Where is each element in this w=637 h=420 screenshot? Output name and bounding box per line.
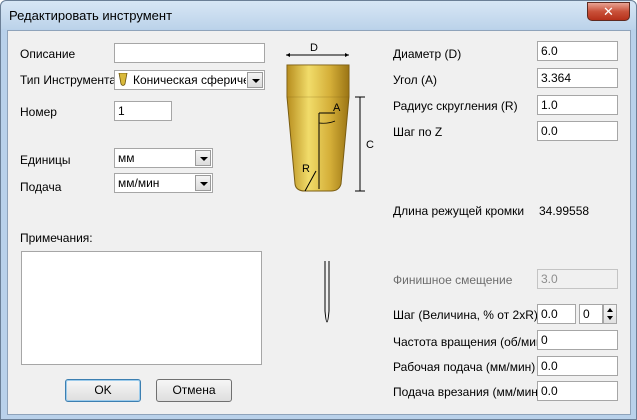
ok-button[interactable]: OK [65, 379, 141, 402]
tool-profile-preview [324, 261, 330, 323]
cut-length-value: 34.99558 [539, 204, 590, 218]
angle-label: Угол (A) [393, 73, 437, 87]
step-label: Шаг (Величина, % от 2xR) [393, 308, 538, 322]
close-button[interactable]: ✕ [587, 2, 630, 21]
finish-offset-input[interactable]: 3.0 [537, 269, 618, 289]
label-d: D [310, 42, 318, 54]
feed-units-select[interactable]: мм/мин [114, 173, 213, 193]
step-z-label: Шаг по Z [393, 125, 443, 139]
diameter-label: Диаметр (D) [393, 47, 462, 61]
description-label: Описание [20, 47, 76, 61]
step-input[interactable]: 0.0 [537, 304, 576, 324]
step-percent-spinner[interactable] [603, 304, 617, 324]
work-feed-input[interactable]: 0.0 [537, 356, 618, 376]
number-input[interactable]: 1 [114, 101, 172, 121]
finish-offset-label: Финишное смещение [393, 273, 513, 287]
tool-edit-dialog: Редактировать инструмент ✕ Описание Тип … [0, 0, 637, 420]
label-c: C [366, 139, 374, 151]
chevron-down-icon[interactable] [195, 150, 211, 166]
chevron-down-icon[interactable] [247, 72, 263, 88]
feed-units-value: мм/мин [118, 176, 160, 190]
dialog-client-area: Описание Тип Инструмента Коническая сфер… [7, 30, 631, 415]
label-r: R [302, 163, 310, 175]
spin-up-icon[interactable] [607, 308, 613, 312]
step-percent-input[interactable]: 0 [579, 304, 603, 324]
number-label: Номер [20, 105, 57, 119]
window-title: Редактировать инструмент [9, 8, 173, 23]
cut-length-label: Длина режущей кромки [393, 204, 525, 218]
corner-radius-label: Радиус скругления (R) [393, 99, 518, 113]
spindle-label: Частота вращения (об/мин) [393, 335, 547, 349]
units-label: Единицы [20, 153, 71, 167]
feed-label: Подача [20, 180, 62, 194]
tool-type-select[interactable]: Коническая сферичес [114, 70, 265, 90]
tool-type-label: Тип Инструмента [20, 73, 117, 87]
plunge-feed-label: Подача врезания (мм/мин) [393, 385, 542, 399]
tapered-ball-tool-icon [118, 73, 128, 86]
description-input[interactable] [114, 43, 265, 63]
spin-down-icon[interactable] [607, 316, 613, 320]
chevron-down-icon[interactable] [195, 175, 211, 191]
corner-radius-input[interactable]: 1.0 [537, 95, 618, 115]
label-a: A [333, 102, 341, 114]
title-bar[interactable]: Редактировать инструмент ✕ [1, 1, 636, 29]
units-select[interactable]: мм [114, 148, 213, 168]
tool-type-value: Коническая сферичес [133, 73, 246, 87]
step-z-input[interactable]: 0.0 [537, 121, 618, 141]
plunge-feed-input[interactable]: 0.0 [537, 381, 618, 401]
diameter-input[interactable]: 6.0 [537, 41, 618, 61]
cancel-button[interactable]: Отмена [156, 379, 232, 402]
angle-input[interactable]: 3.364 [537, 68, 618, 88]
close-icon: ✕ [603, 4, 614, 19]
tool-diagram: D A R C [286, 42, 374, 323]
work-feed-label: Рабочая подача (мм/мин) [393, 360, 536, 374]
units-value: мм [118, 151, 135, 165]
spindle-input[interactable]: 0 [537, 330, 618, 350]
notes-label: Примечания: [20, 231, 93, 245]
notes-textarea[interactable] [21, 251, 262, 365]
